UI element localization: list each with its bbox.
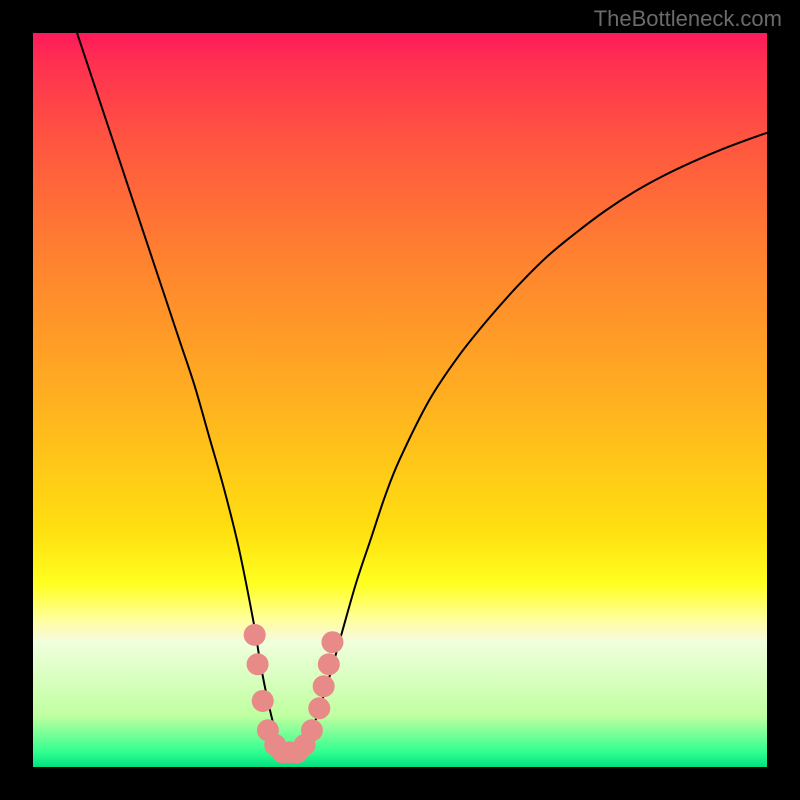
highlight-marker bbox=[313, 675, 335, 697]
highlight-marker bbox=[321, 631, 343, 653]
watermark-text: TheBottleneck.com bbox=[594, 6, 782, 32]
highlight-marker bbox=[318, 653, 340, 675]
highlight-marker bbox=[244, 624, 266, 646]
highlight-marker bbox=[247, 653, 269, 675]
highlight-marker bbox=[252, 690, 274, 712]
plot-area bbox=[33, 33, 767, 767]
highlight-marker bbox=[301, 719, 323, 741]
bottleneck-curve bbox=[33, 33, 767, 767]
highlight-marker bbox=[308, 697, 330, 719]
